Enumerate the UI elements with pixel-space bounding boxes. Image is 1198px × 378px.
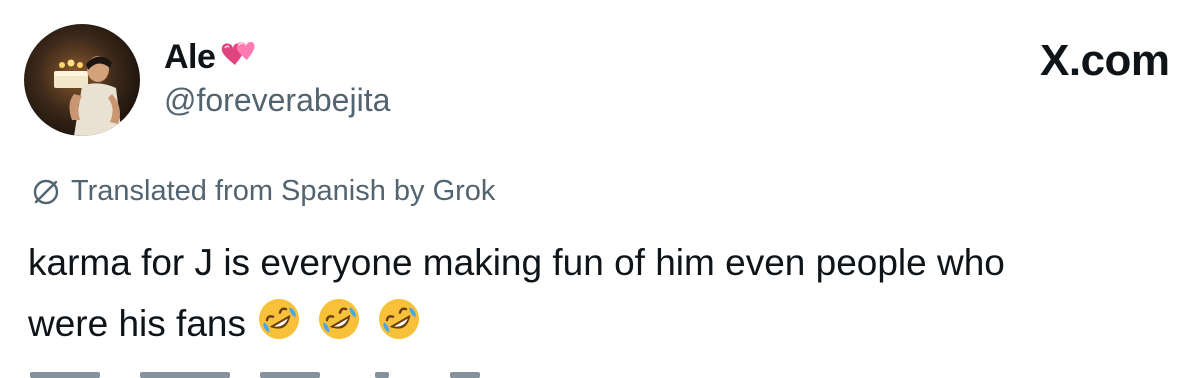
tweet-text-line-2-words: were his fans (28, 303, 246, 344)
tweet-card: Ale @foreverabejita X.com Translated fro… (0, 0, 1198, 378)
tweet-meta-row-cropped (30, 368, 1190, 378)
meta-fragment (140, 372, 230, 378)
user-handle[interactable]: @foreverabejita (164, 82, 390, 119)
tweet-text-line-2: were his fans (28, 293, 1198, 354)
display-name[interactable]: Ale (164, 38, 216, 77)
tweet-text-line-1: karma for J is everyone making fun of hi… (28, 242, 1005, 283)
translate-globe-icon (33, 179, 59, 204)
meta-fragment (450, 372, 480, 378)
rolling-on-floor-laughing-icon (379, 299, 419, 339)
meta-fragment (375, 372, 389, 378)
rolling-on-floor-laughing-icon (319, 299, 359, 339)
x-brand-logo: X.com (1040, 36, 1170, 85)
avatar-photo (24, 24, 140, 136)
rolling-on-floor-laughing-icon (259, 299, 299, 339)
display-name-row[interactable]: Ale (164, 34, 260, 80)
laughing-emojis (256, 296, 436, 342)
translation-notice[interactable]: Translated from Spanish by Grok (30, 175, 495, 208)
revolving-hearts-icon (222, 41, 255, 65)
tweet-text: karma for J is everyone making fun of hi… (28, 232, 1198, 354)
meta-fragment (30, 372, 100, 378)
avatar[interactable] (24, 24, 140, 136)
meta-fragment (260, 372, 320, 378)
translation-label: Translated from Spanish by Grok (71, 175, 496, 207)
